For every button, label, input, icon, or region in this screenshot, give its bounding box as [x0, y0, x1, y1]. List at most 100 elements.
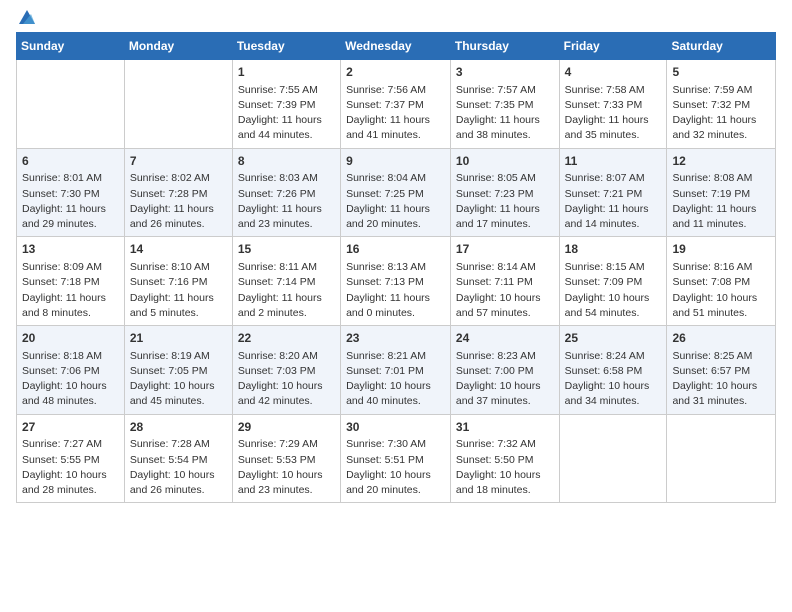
- day-info: Sunrise: 8:11 AMSunset: 7:14 PMDaylight:…: [238, 260, 335, 321]
- calendar-week-row: 6Sunrise: 8:01 AMSunset: 7:30 PMDaylight…: [17, 148, 776, 237]
- calendar-cell: [124, 60, 232, 149]
- day-info: Sunrise: 8:23 AMSunset: 7:00 PMDaylight:…: [456, 349, 554, 410]
- calendar-cell: 27Sunrise: 7:27 AMSunset: 5:55 PMDayligh…: [17, 414, 125, 503]
- day-info: Sunrise: 8:19 AMSunset: 7:05 PMDaylight:…: [130, 349, 227, 410]
- day-info: Sunrise: 7:58 AMSunset: 7:33 PMDaylight:…: [565, 83, 662, 144]
- page: SundayMondayTuesdayWednesdayThursdayFrid…: [0, 0, 792, 612]
- calendar-cell: 6Sunrise: 8:01 AMSunset: 7:30 PMDaylight…: [17, 148, 125, 237]
- day-number: 9: [346, 153, 445, 170]
- calendar-header-row: SundayMondayTuesdayWednesdayThursdayFrid…: [17, 33, 776, 60]
- calendar-cell: 19Sunrise: 8:16 AMSunset: 7:08 PMDayligh…: [667, 237, 776, 326]
- calendar-cell: 14 Sunrise: 8:10 AMSunset: 7:16 PMDayligh…: [124, 237, 232, 326]
- day-info: Sunrise: 7:56 AMSunset: 7:37 PMDaylight:…: [346, 83, 445, 144]
- day-number: 28: [130, 419, 227, 436]
- calendar-cell: 28Sunrise: 7:28 AMSunset: 5:54 PMDayligh…: [124, 414, 232, 503]
- day-info: Sunrise: 8:03 AMSunset: 7:26 PMDaylight:…: [238, 171, 335, 232]
- day-number: 2: [346, 64, 445, 81]
- calendar-cell: 29Sunrise: 7:29 AMSunset: 5:53 PMDayligh…: [232, 414, 340, 503]
- calendar-cell: 15 Sunrise: 8:11 AMSunset: 7:14 PMDayligh…: [232, 237, 340, 326]
- day-number: 24: [456, 330, 554, 347]
- calendar-cell: 12Sunrise: 8:08 AMSunset: 7:19 PMDayligh…: [667, 148, 776, 237]
- weekday-header-saturday: Saturday: [667, 33, 776, 60]
- calendar-cell: 10Sunrise: 8:05 AMSunset: 7:23 PMDayligh…: [450, 148, 559, 237]
- day-info: Sunrise: 7:28 AMSunset: 5:54 PMDaylight:…: [130, 437, 227, 498]
- day-info: Sunrise: 8:05 AMSunset: 7:23 PMDaylight:…: [456, 171, 554, 232]
- day-info: Sunrise: 8:01 AMSunset: 7:30 PMDaylight:…: [22, 171, 119, 232]
- day-info: Sunrise: 8:24 AMSunset: 6:58 PMDaylight:…: [565, 349, 662, 410]
- day-number: 30: [346, 419, 445, 436]
- day-info: Sunrise: 7:57 AMSunset: 7:35 PMDaylight:…: [456, 83, 554, 144]
- logo: [16, 10, 37, 24]
- day-info: Sunrise: 7:59 AMSunset: 7:32 PMDaylight:…: [672, 83, 770, 144]
- day-info: Sunrise: 8:13 AMSunset: 7:13 PMDaylight:…: [346, 260, 445, 321]
- calendar-cell: 11Sunrise: 8:07 AMSunset: 7:21 PMDayligh…: [559, 148, 667, 237]
- day-number: 26: [672, 330, 770, 347]
- weekday-header-monday: Monday: [124, 33, 232, 60]
- day-number: 6: [22, 153, 119, 170]
- calendar-cell: 16 Sunrise: 8:13 AMSunset: 7:13 PMDayligh…: [341, 237, 451, 326]
- calendar-cell: [559, 414, 667, 503]
- calendar-cell: 7Sunrise: 8:02 AMSunset: 7:28 PMDaylight…: [124, 148, 232, 237]
- day-number: 14: [130, 241, 227, 258]
- calendar-cell: 20 Sunrise: 8:18 AMSunset: 7:06 PMDayligh…: [17, 326, 125, 415]
- day-number: 10: [456, 153, 554, 170]
- calendar-cell: 17 Sunrise: 8:14 AMSunset: 7:11 PMDayligh…: [450, 237, 559, 326]
- day-number: 23: [346, 330, 445, 347]
- calendar-cell: [17, 60, 125, 149]
- calendar-cell: 31Sunrise: 7:32 AMSunset: 5:50 PMDayligh…: [450, 414, 559, 503]
- day-number: 16: [346, 241, 445, 258]
- calendar-cell: 30Sunrise: 7:30 AMSunset: 5:51 PMDayligh…: [341, 414, 451, 503]
- day-number: 15: [238, 241, 335, 258]
- day-info: Sunrise: 8:20 AMSunset: 7:03 PMDaylight:…: [238, 349, 335, 410]
- weekday-header-sunday: Sunday: [17, 33, 125, 60]
- header: [16, 10, 776, 24]
- day-number: 13: [22, 241, 119, 258]
- calendar-cell: 2 Sunrise: 7:56 AMSunset: 7:37 PMDaylight…: [341, 60, 451, 149]
- day-number: 1: [238, 64, 335, 81]
- day-number: 8: [238, 153, 335, 170]
- calendar-week-row: 1 Sunrise: 7:55 AMSunset: 7:39 PMDaylight…: [17, 60, 776, 149]
- day-info: Sunrise: 8:16 AMSunset: 7:08 PMDaylight:…: [672, 260, 770, 321]
- day-info: Sunrise: 8:04 AMSunset: 7:25 PMDaylight:…: [346, 171, 445, 232]
- day-number: 21: [130, 330, 227, 347]
- day-info: Sunrise: 8:14 AMSunset: 7:11 PMDaylight:…: [456, 260, 554, 321]
- day-info: Sunrise: 8:10 AMSunset: 7:16 PMDaylight:…: [130, 260, 227, 321]
- calendar-cell: [667, 414, 776, 503]
- day-number: 17: [456, 241, 554, 258]
- day-number: 11: [565, 153, 662, 170]
- calendar-cell: 4Sunrise: 7:58 AMSunset: 7:33 PMDaylight…: [559, 60, 667, 149]
- day-number: 25: [565, 330, 662, 347]
- weekday-header-friday: Friday: [559, 33, 667, 60]
- logo-icon: [17, 8, 37, 28]
- day-info: Sunrise: 7:30 AMSunset: 5:51 PMDaylight:…: [346, 437, 445, 498]
- calendar-cell: 9Sunrise: 8:04 AMSunset: 7:25 PMDaylight…: [341, 148, 451, 237]
- day-number: 27: [22, 419, 119, 436]
- day-number: 18: [565, 241, 662, 258]
- calendar-cell: 3Sunrise: 7:57 AMSunset: 7:35 PMDaylight…: [450, 60, 559, 149]
- day-number: 22: [238, 330, 335, 347]
- weekday-header-wednesday: Wednesday: [341, 33, 451, 60]
- day-number: 20: [22, 330, 119, 347]
- calendar-cell: 18 Sunrise: 8:15 AMSunset: 7:09 PMDayligh…: [559, 237, 667, 326]
- day-info: Sunrise: 8:15 AMSunset: 7:09 PMDaylight:…: [565, 260, 662, 321]
- calendar-cell: 21 Sunrise: 8:19 AMSunset: 7:05 PMDayligh…: [124, 326, 232, 415]
- day-info: Sunrise: 8:21 AMSunset: 7:01 PMDaylight:…: [346, 349, 445, 410]
- calendar-week-row: 20 Sunrise: 8:18 AMSunset: 7:06 PMDayligh…: [17, 326, 776, 415]
- day-info: Sunrise: 7:29 AMSunset: 5:53 PMDaylight:…: [238, 437, 335, 498]
- calendar-cell: 13 Sunrise: 8:09 AMSunset: 7:18 PMDayligh…: [17, 237, 125, 326]
- day-info: Sunrise: 7:27 AMSunset: 5:55 PMDaylight:…: [22, 437, 119, 498]
- day-info: Sunrise: 8:02 AMSunset: 7:28 PMDaylight:…: [130, 171, 227, 232]
- day-number: 31: [456, 419, 554, 436]
- calendar-week-row: 13 Sunrise: 8:09 AMSunset: 7:18 PMDayligh…: [17, 237, 776, 326]
- calendar-cell: 8Sunrise: 8:03 AMSunset: 7:26 PMDaylight…: [232, 148, 340, 237]
- day-info: Sunrise: 8:18 AMSunset: 7:06 PMDaylight:…: [22, 349, 119, 410]
- day-number: 12: [672, 153, 770, 170]
- calendar-cell: 25 Sunrise: 8:24 AMSunset: 6:58 PMDayligh…: [559, 326, 667, 415]
- day-number: 29: [238, 419, 335, 436]
- day-info: Sunrise: 8:08 AMSunset: 7:19 PMDaylight:…: [672, 171, 770, 232]
- day-info: Sunrise: 8:09 AMSunset: 7:18 PMDaylight:…: [22, 260, 119, 321]
- day-info: Sunrise: 7:55 AMSunset: 7:39 PMDaylight:…: [238, 83, 335, 144]
- calendar-table: SundayMondayTuesdayWednesdayThursdayFrid…: [16, 32, 776, 503]
- calendar-cell: 5Sunrise: 7:59 AMSunset: 7:32 PMDaylight…: [667, 60, 776, 149]
- day-number: 7: [130, 153, 227, 170]
